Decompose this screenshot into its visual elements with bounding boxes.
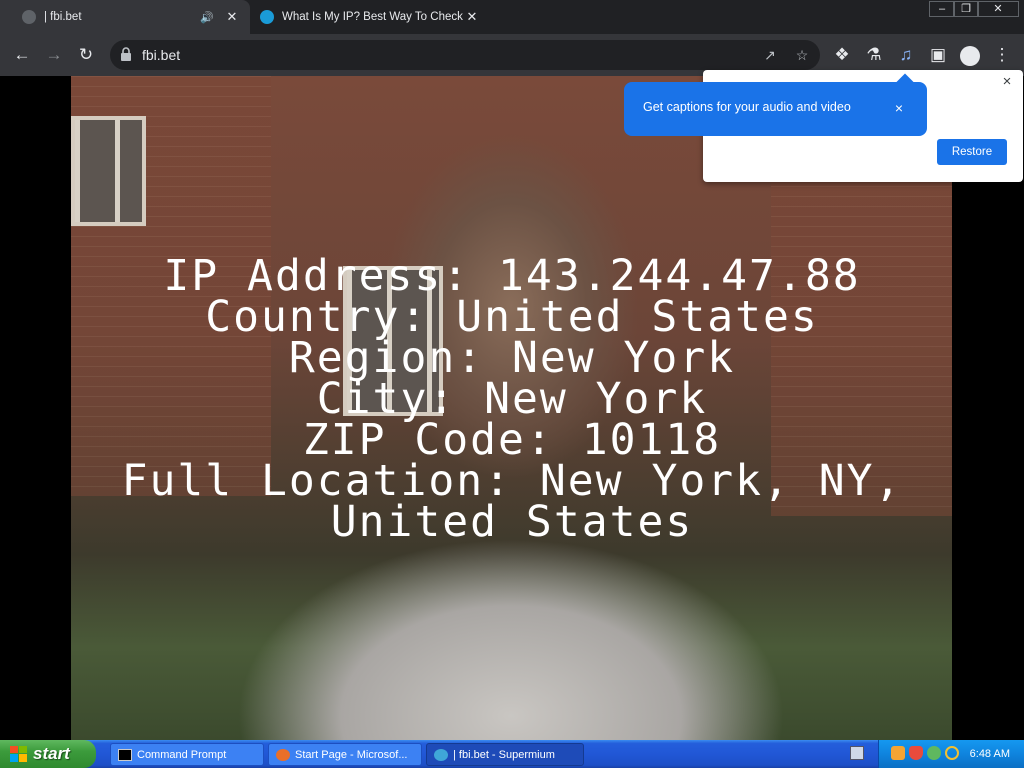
- labs-flask-icon[interactable]: ⚗: [860, 41, 888, 69]
- menu-kebab-icon[interactable]: ⋮: [988, 41, 1016, 69]
- share-icon[interactable]: ↗: [758, 43, 782, 67]
- city-line: City: New York: [316, 374, 708, 424]
- url-text[interactable]: fbi.bet: [142, 47, 180, 63]
- extensions-puzzle-icon[interactable]: ❖: [828, 41, 856, 69]
- taskbar: start Command Prompt Start Page - Micros…: [0, 740, 1024, 768]
- bubble-close-icon[interactable]: ×: [895, 100, 903, 116]
- minimize-button[interactable]: –: [929, 1, 955, 17]
- taskbar-button-command-prompt[interactable]: Command Prompt: [110, 743, 264, 766]
- country-line: Country: United States: [205, 292, 819, 342]
- windows-flag-icon: [10, 746, 27, 762]
- maximize-button[interactable]: ❐: [953, 1, 979, 17]
- system-tray: 6:48 AM: [878, 740, 1024, 768]
- clock: 6:48 AM: [969, 748, 1010, 760]
- keyboard-icon[interactable]: [850, 746, 864, 760]
- profile-avatar-icon[interactable]: [956, 41, 984, 69]
- browser-icon: [276, 749, 290, 761]
- taskbar-button-supermium[interactable]: | fbi.bet - Supermium: [426, 743, 584, 766]
- tab-close-icon[interactable]: ✕: [224, 9, 240, 25]
- taskbar-button-label: | fbi.bet - Supermium: [453, 749, 555, 761]
- start-label: start: [33, 744, 70, 763]
- supermium-icon: [434, 749, 448, 761]
- restore-button[interactable]: Restore: [937, 139, 1007, 165]
- update-icon[interactable]: [927, 746, 941, 760]
- ip-info-overlay: IP Address: 143.244.47.88 Country: Unite…: [0, 251, 1024, 547]
- captions-help-bubble: Get captions for your audio and video ×: [624, 73, 927, 136]
- full-location-line: Full Location: New York, NY,: [121, 456, 903, 506]
- start-button[interactable]: start: [0, 740, 96, 768]
- network-icon[interactable]: [891, 746, 905, 760]
- zip-code-line: ZIP Code: 10118: [302, 415, 722, 465]
- taskbar-button-label: Start Page - Microsof...: [295, 749, 408, 761]
- house-window: [71, 116, 146, 226]
- taskbar-button-start-page[interactable]: Start Page - Microsof...: [268, 743, 422, 766]
- speaker-icon[interactable]: 🔊: [200, 11, 214, 24]
- tab-what-is-my-ip[interactable]: What Is My IP? Best Way To Check ✕: [250, 0, 490, 34]
- security-shield-icon[interactable]: [909, 746, 923, 760]
- taskbar-button-label: Command Prompt: [137, 749, 227, 761]
- region-line: Region: New York: [288, 333, 736, 383]
- forward-button[interactable]: →: [40, 41, 68, 69]
- address-bar[interactable]: fbi.bet ↗ ☆: [110, 40, 820, 70]
- reload-button[interactable]: ↻: [72, 41, 100, 69]
- search-icon[interactable]: [945, 746, 959, 760]
- captions-help-text: Get captions for your audio and video: [643, 100, 851, 114]
- media-controls-icon[interactable]: ♫: [892, 41, 920, 69]
- tab-close-icon[interactable]: ✕: [464, 9, 480, 25]
- tab-fbi-bet[interactable]: | fbi.bet 🔊 ✕: [0, 0, 250, 34]
- full-location-line-2: United States: [330, 497, 694, 547]
- back-button[interactable]: ←: [8, 41, 36, 69]
- tab-title: What Is My IP? Best Way To Check: [282, 11, 463, 23]
- tab-title: | fbi.bet: [44, 11, 82, 23]
- side-panel-icon[interactable]: ▣: [924, 41, 952, 69]
- bookmark-star-icon[interactable]: ☆: [790, 43, 814, 67]
- console-icon: [118, 749, 132, 761]
- tab-strip: | fbi.bet 🔊 ✕ What Is My IP? Best Way To…: [0, 0, 1024, 34]
- close-window-button[interactable]: ✕: [977, 1, 1019, 17]
- lock-icon[interactable]: [120, 47, 132, 61]
- site-favicon-icon: [260, 10, 274, 24]
- ip-address-line: IP Address: 143.244.47.88: [163, 251, 861, 301]
- panel-close-icon[interactable]: ×: [999, 74, 1015, 90]
- globe-icon: [22, 10, 36, 24]
